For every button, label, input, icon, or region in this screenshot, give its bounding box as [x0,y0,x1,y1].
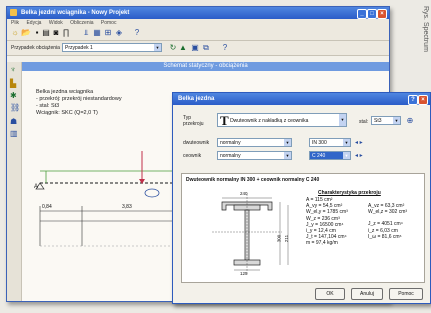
maximize-icon[interactable]: □ [367,9,377,19]
steel-label: stal: [359,119,369,125]
node-a-label: A [34,184,39,190]
dwuteownik-label: dwuteownik [183,140,210,146]
case-bar: Przypadek obciążenia Przypadek 1 ▼ ↻ ▲ ▣… [7,41,389,56]
dim-label: 0,84 [42,204,52,210]
case-label: Przypadek obciążenia [11,45,60,51]
dwuteownik-size-select[interactable]: IN 300 ▼ [309,138,351,147]
props-right: A_vz = 63,3 cm² W_el,z = 302 cm³ J_z = 4… [368,203,407,240]
calc-icon[interactable]: ∏ [62,29,70,37]
table-icon[interactable]: ▥ [10,130,18,138]
app-icon [10,9,17,16]
side-caption: Rys. Spectrum [422,6,429,52]
force-icon[interactable]: ✱ [10,92,18,100]
prop-jz: J_z = 4051 cm⁴ [368,221,403,228]
t-section-icon: T [220,113,229,128]
section-icon[interactable]: ▦ [93,29,101,37]
dialog-close-icon[interactable]: × [418,95,428,105]
ok-button[interactable]: OK [315,288,345,300]
new-icon[interactable]: ☼ [11,29,19,37]
steel-value: St3 [374,118,382,124]
type-label: Typ przekroju [183,115,204,127]
section-type-select[interactable]: T Dwuteownik z nakładką z ceownika ▼ [217,113,347,128]
dwuteownik-kind-select[interactable]: normalny ▼ [217,138,292,147]
section-type-value: Dwuteownik z nakładką z ceownika [230,118,309,124]
minimize-icon[interactable]: _ [357,9,367,19]
steel-info-icon[interactable]: ⊕ [406,117,414,125]
move-up-icon[interactable]: ▲ [179,44,187,52]
cancel-button[interactable]: Anuluj [351,288,383,300]
menu-calc[interactable]: Obliczenia [70,20,93,26]
section-dialog: Belka jezdna ? × Typ przekroju T Dwuteow… [172,92,431,304]
chevron-down-icon: ▼ [284,139,291,146]
preview-icon[interactable]: ◙ [52,29,60,37]
ceownik-label: ceownik [183,153,202,159]
props-left: A = 115 cm² A_vy = 54,5 cm² W_el,y = 178… [306,197,348,247]
grid-icon[interactable]: ⊞ [104,29,112,37]
ceownik-kind: normalny [220,153,241,159]
force-arrowhead [139,179,145,184]
chevron-down-icon: ▼ [154,44,161,51]
dwuteownik-kind: normalny [220,140,241,146]
dialog-titlebar[interactable]: Belka jezdna ? × [173,93,430,105]
chevron-down-icon: ▼ [339,114,346,126]
main-titlebar[interactable]: Belka jezdni wciągnika - Nowy Projekt _ … [7,7,389,19]
dim-211: 211 [284,234,290,243]
dim-label: 3,83 [122,204,132,210]
case-select-value: Przypadek 1 [65,45,93,51]
prop-wely: W_el,y = 1785 cm³ [306,209,348,216]
dim-240: 240 [240,191,248,196]
section-preview: Dwuteownik normalny IN 300 + ceownik nor… [181,173,425,283]
hoist-icon[interactable]: ⛓ [10,104,20,112]
save-icon[interactable]: ▪ [33,29,41,37]
ceownik-kind-select[interactable]: normalny ▼ [217,151,292,160]
close-icon[interactable]: × [377,9,387,19]
menu-help[interactable]: Pomoc [101,20,117,26]
help-icon[interactable]: ? [133,29,141,37]
chevron-down-icon: ▼ [393,117,400,124]
node-icon[interactable]: ☗ [10,118,18,126]
edit-case-icon[interactable]: ▣ [191,44,199,52]
left-toolbox: ♆ ▙ ✱ ⛓ ☗ ▥ [7,62,22,301]
hoist-wheel [144,188,160,198]
print-icon[interactable]: ▤ [42,29,50,37]
dwuteownik-size: IN 300 [312,140,327,146]
menu-edit[interactable]: Edycja [26,20,41,26]
panel-title: Schemat statyczny - obciążenia [22,62,389,71]
toolbar: ☼ 📂 ▪ ▤ ◙ ∏ ⫫ ▦ ⊞ ◈ ? [7,27,389,41]
main-title: Belka jezdni wciągnika - Nowy Projekt [21,10,130,16]
menubar: Plik Edycja Widok Obliczenia Pomoc [7,19,389,27]
chevron-down-icon: ▼ [284,152,291,159]
ceownik-size-select[interactable]: C 240 ▼ [309,151,351,160]
case-help-icon[interactable]: ? [221,44,229,52]
stepper-arrows-icon[interactable]: ◂ ▸ [355,152,363,159]
prop-welz: W_el,z = 302 cm³ [368,209,408,216]
chevron-down-icon: ▼ [343,139,350,146]
settings-icon[interactable]: ◈ [115,29,123,37]
open-icon[interactable]: 📂 [21,29,31,37]
steel-select[interactable]: St3 ▼ [371,116,401,125]
help-button[interactable]: Pomoc [389,288,423,300]
case-select[interactable]: Przypadek 1 ▼ [62,43,162,52]
beam-icon[interactable]: ⫫ [82,29,90,37]
chevron-down-icon: ▼ [343,152,350,159]
stepper-arrows-icon[interactable]: ◂ ▸ [355,139,363,146]
prop-m: m = 97,4 kg/m [306,240,338,247]
prop-iomega: I_ω = 81,6 cm⁶ [368,233,402,240]
support-icon[interactable]: ♆ [10,66,18,74]
dialog-help-icon[interactable]: ? [408,95,418,105]
dim-125: 125 [240,271,248,276]
ceownik-size: C 240 [312,153,326,159]
dialog-title: Belka jezdna [178,96,215,102]
add-case-icon[interactable]: ↻ [169,44,177,52]
copy-case-icon[interactable]: ⧉ [202,44,210,52]
load-icon[interactable]: ▙ [10,80,18,88]
menu-file[interactable]: Plik [11,20,19,26]
menu-view[interactable]: Widok [49,20,63,26]
props-title: Charakterystyka przekroju [318,190,381,196]
dim-300: 300 [276,234,282,243]
